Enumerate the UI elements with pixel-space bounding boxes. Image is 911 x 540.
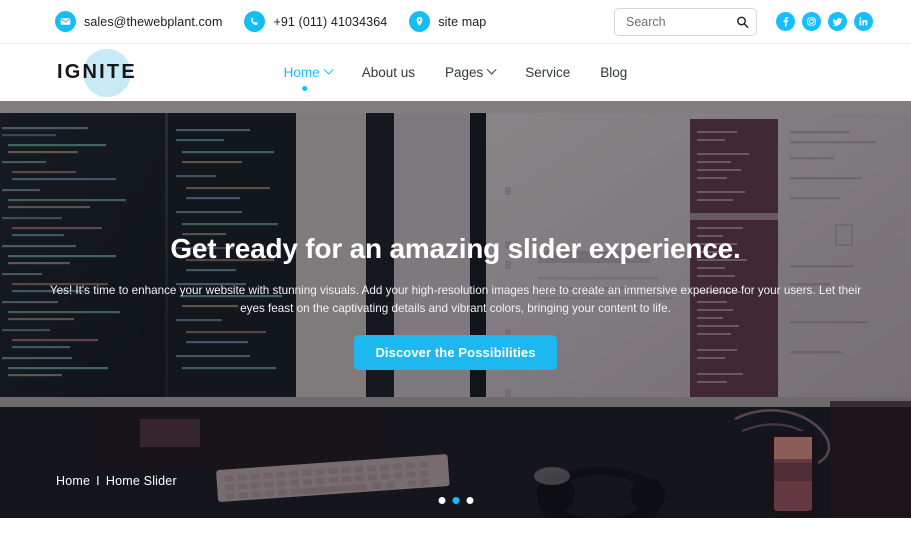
nav-item-blog[interactable]: Blog xyxy=(600,44,627,101)
nav-item-pages-label: Pages xyxy=(444,65,484,80)
slider-pagination xyxy=(438,497,473,504)
contact-email-text: sales@thewebplant.com xyxy=(84,14,223,29)
breadcrumb-home[interactable]: Home xyxy=(56,474,90,488)
nav-item-about-us[interactable]: About us xyxy=(362,44,415,101)
envelope-icon xyxy=(55,11,76,32)
nav-item-home[interactable]: Home xyxy=(283,44,334,101)
breadcrumb-separator: I xyxy=(96,474,100,488)
main-nav: Home About us Pages Service Blog xyxy=(283,44,627,101)
page-bottom-spacer xyxy=(0,518,911,540)
nav-item-about-us-label: About us xyxy=(361,65,415,80)
contact-email[interactable]: sales@thewebplant.com xyxy=(55,11,222,32)
slider-dot-1[interactable] xyxy=(438,497,445,504)
contact-sitemap-text: site map xyxy=(438,14,487,29)
hero-subtitle: Yes! It's time to enhance your website w… xyxy=(49,284,862,316)
hero-content: Get ready for an amazing slider experien… xyxy=(0,101,911,518)
topbar-right xyxy=(614,7,873,36)
linkedin-icon[interactable] xyxy=(854,12,873,31)
top-bar: sales@thewebplant.com +91 (011) 41034364… xyxy=(0,0,911,44)
hero-title: Get ready for an amazing slider experien… xyxy=(170,233,741,264)
location-pin-icon xyxy=(409,11,431,32)
instagram-icon[interactable] xyxy=(802,12,821,31)
nav-item-blog-label: Blog xyxy=(600,65,628,80)
contact-phone[interactable]: +91 (011) 41034364 xyxy=(244,11,387,32)
search-icon[interactable] xyxy=(734,13,751,30)
contact-group: sales@thewebplant.com +91 (011) 41034364… xyxy=(55,11,486,32)
logo[interactable]: IGNITE xyxy=(55,44,137,101)
facebook-icon[interactable] xyxy=(776,12,795,31)
contact-phone-text: +91 (011) 41034364 xyxy=(273,14,388,29)
nav-item-pages[interactable]: Pages xyxy=(444,44,497,101)
breadcrumb: Home I Home Slider xyxy=(56,474,177,488)
nav-item-service[interactable]: Service xyxy=(525,44,570,101)
search-box xyxy=(614,7,757,36)
social-links xyxy=(776,12,873,31)
nav-item-home-label: Home xyxy=(283,65,320,80)
site-header: IGNITE Home About us Pages Service Blog xyxy=(0,44,911,101)
chevron-down-icon xyxy=(486,64,497,75)
discover-cta-button[interactable]: Discover the Possibilities xyxy=(354,335,557,371)
active-indicator-dot xyxy=(301,86,307,91)
nav-item-service-label: Service xyxy=(525,65,571,80)
slider-dot-2[interactable] xyxy=(452,497,459,504)
contact-sitemap[interactable]: site map xyxy=(409,11,486,32)
twitter-icon[interactable] xyxy=(828,12,847,31)
phone-icon xyxy=(244,11,266,32)
slider-dot-3[interactable] xyxy=(466,497,473,504)
chevron-down-icon xyxy=(323,64,334,75)
hero-slider: Get ready for an amazing slider experien… xyxy=(0,101,911,518)
logo-text: IGNITE xyxy=(57,61,137,83)
breadcrumb-current: Home Slider xyxy=(105,474,177,488)
